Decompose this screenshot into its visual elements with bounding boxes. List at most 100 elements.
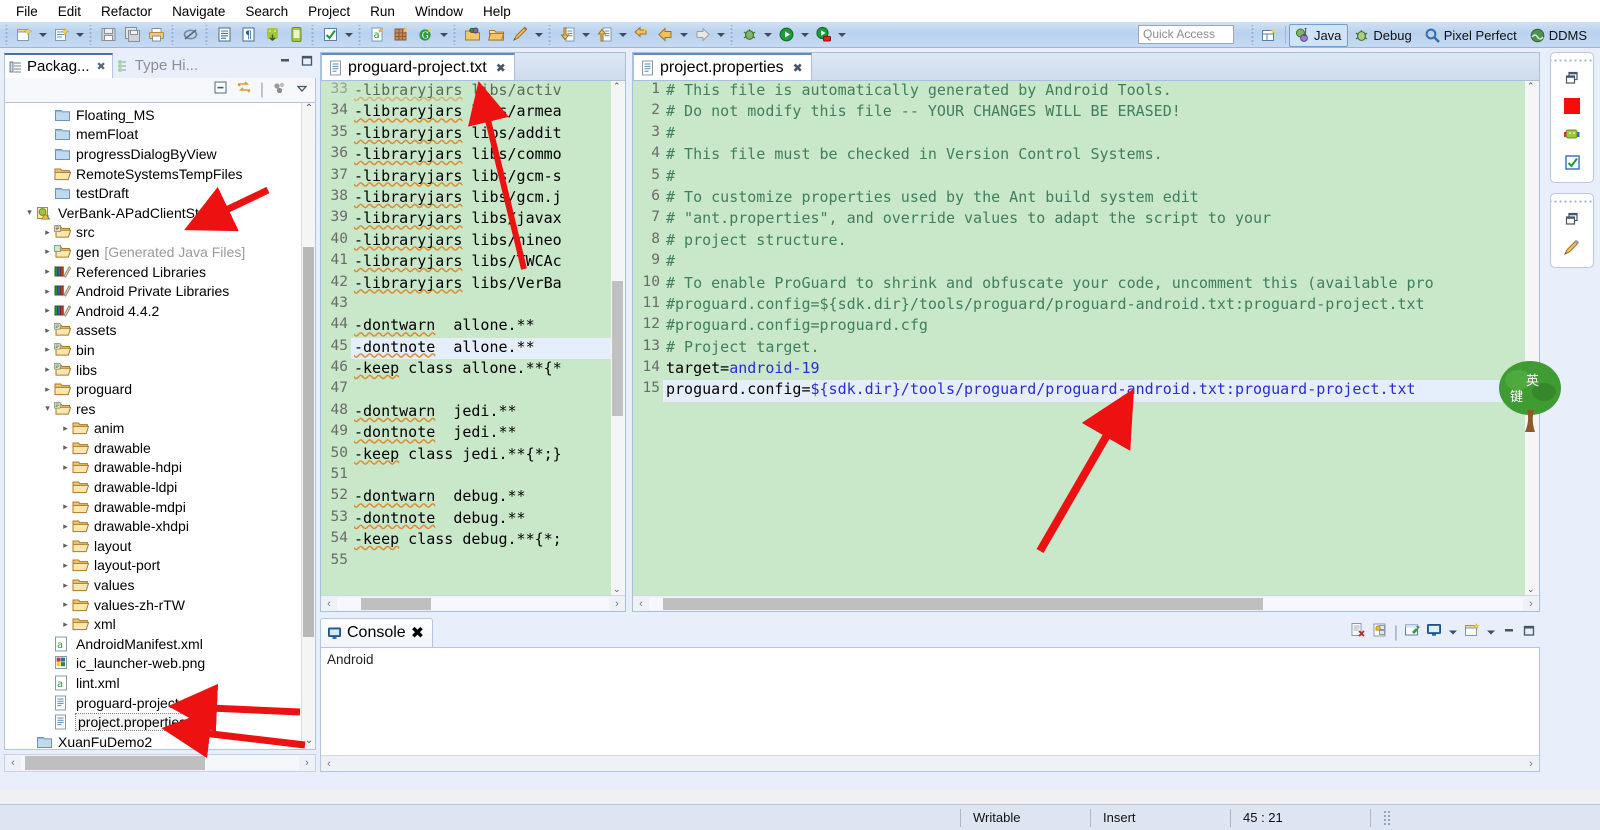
android-sdk-manager-icon[interactable] (261, 24, 283, 46)
tree-item-progressdialogbyview[interactable]: progressDialogByView (5, 144, 301, 164)
tree-twisty-icon[interactable]: ▸ (59, 462, 72, 473)
quick-access-input[interactable]: Quick Access (1138, 25, 1234, 44)
code-line[interactable]: 41 -libraryjars libs/TWCAc (321, 252, 611, 274)
code-line[interactable]: 44 -dontwarn allone.** (321, 316, 611, 338)
editor-left-vscroll[interactable]: ⌃ ⌄ (611, 81, 625, 595)
maximize-icon[interactable] (300, 54, 314, 72)
toolbar-grip-2[interactable] (88, 24, 94, 45)
run-external-icon[interactable] (812, 24, 834, 46)
restore-icon-2[interactable] (1551, 205, 1593, 233)
scroll-lock-icon[interactable] (1372, 622, 1388, 643)
tree-item-src[interactable]: ▸ src (5, 223, 301, 243)
code-line[interactable]: 10 # To enable ProGuard to shrink and obf… (633, 273, 1525, 295)
code-line[interactable]: 54 -keep class debug.**{*; (321, 530, 611, 552)
tree-twisty-icon[interactable]: ▸ (59, 540, 72, 551)
open-resource-icon[interactable] (485, 24, 507, 46)
code-line[interactable]: 1 # This file is automatically generated … (633, 81, 1525, 103)
code-line[interactable]: 36 -libraryjars libs/commo (321, 145, 611, 167)
tree-twisty-icon[interactable]: ▸ (41, 305, 54, 316)
menu-file[interactable]: File (6, 3, 48, 20)
forward-dropdown-icon[interactable] (714, 24, 727, 46)
package-explorer-horizontal-scrollbar[interactable]: ‹ › (4, 754, 316, 772)
menu-navigate[interactable]: Navigate (162, 3, 235, 20)
run-dropdown-icon[interactable] (798, 24, 811, 46)
display-selected-console-icon[interactable] (1426, 622, 1442, 643)
save-all-icon[interactable] (121, 24, 143, 46)
open-task-icon[interactable] (213, 24, 235, 46)
debug-dropdown-icon[interactable] (761, 24, 774, 46)
logcat-icon[interactable] (1551, 120, 1593, 148)
tree-twisty-icon[interactable]: ▾ (41, 403, 54, 414)
tree-twisty-icon[interactable]: ▸ (59, 599, 72, 610)
tree-item-layout-port[interactable]: ▸ layout-port (5, 556, 301, 576)
tree-item-bin[interactable]: ▸ bin (5, 340, 301, 360)
editor-right-scroll-right-icon[interactable]: › (1523, 598, 1539, 610)
red-square-icon[interactable] (1551, 92, 1593, 120)
back-dropdown-icon[interactable] (677, 24, 690, 46)
tree-item-values[interactable]: ▸ values (5, 575, 301, 595)
tree-item-lint-xml[interactable]: a lint.xml (5, 673, 301, 693)
tree-item-anim[interactable]: ▸ anim (5, 419, 301, 439)
run-icon[interactable] (775, 24, 797, 46)
menu-edit[interactable]: Edit (48, 3, 91, 20)
code-line[interactable]: 15 proguard.config=${sdk.dir}/tools/progu… (633, 380, 1525, 402)
tree-twisty-icon[interactable]: ▸ (59, 580, 72, 591)
menu-run[interactable]: Run (360, 3, 405, 20)
view-menu-icon[interactable] (295, 81, 309, 100)
tree-item-floating-ms[interactable]: Floating_MS (5, 105, 301, 125)
link-with-editor-icon[interactable] (236, 80, 252, 100)
toolbar-grip-5[interactable] (310, 24, 316, 45)
tab-package-explorer[interactable]: Packag... ✖ (4, 53, 113, 78)
pencil-dropdown-icon[interactable] (532, 24, 545, 46)
tab-type-hierarchy[interactable]: Type Hi... (113, 53, 204, 78)
code-line[interactable]: 9 # (633, 252, 1525, 274)
code-line[interactable]: 55 (321, 551, 611, 573)
tree-item-testdraft[interactable]: testDraft (5, 183, 301, 203)
gwt-icon[interactable]: G (414, 24, 436, 46)
code-line[interactable]: 40 -libraryjars libs/nineo (321, 230, 611, 253)
code-line[interactable]: 49 -dontnote jedi.** (321, 423, 611, 445)
menu-help[interactable]: Help (473, 3, 521, 20)
tree-item-android-private-libraries[interactable]: ▸ Android Private Libraries (5, 281, 301, 301)
toolbar-grip-9[interactable] (729, 24, 735, 45)
code-line[interactable]: 37 -libraryjars libs/gcm-s (321, 166, 611, 188)
toolbar-grip-3[interactable] (170, 24, 176, 45)
editor-right-hscroll[interactable]: ‹ › (633, 595, 1539, 611)
previous-annotation-dropdown-icon[interactable] (616, 24, 629, 46)
tree-item-xuanfudemo2[interactable]: XuanFuDemo2 (5, 732, 301, 749)
toggle-breakpoint-icon[interactable] (179, 24, 201, 46)
perspective-grip[interactable] (1249, 25, 1256, 45)
code-line[interactable]: 45 -dontnote allone.** (321, 337, 611, 360)
last-edit-icon[interactable] (630, 24, 652, 46)
scroll-left-icon[interactable]: ‹ (5, 757, 21, 769)
editor-left-hscroll-thumb[interactable] (361, 597, 431, 610)
console-scroll-left-icon[interactable]: ‹ (321, 758, 337, 770)
editor-left-hscroll[interactable]: ‹ › (321, 595, 625, 611)
tree-item-proguard[interactable]: ▸ proguard (5, 379, 301, 399)
tree-item-project-properties[interactable]: project.properties (5, 712, 301, 732)
new-android-project-icon[interactable] (390, 24, 412, 46)
code-line[interactable]: 34 -libraryjars libs/armea (321, 102, 611, 124)
code-line[interactable]: 2 # Do not modify this file -- YOUR CHANG… (633, 102, 1525, 124)
editor-right-body[interactable]: 1 # This file is automatically generated … (632, 80, 1540, 612)
editor-right-code[interactable]: 1 # This file is automatically generated … (633, 81, 1525, 595)
code-line[interactable]: 51 (321, 466, 611, 488)
tree-item-assets[interactable]: ▸ assets (5, 321, 301, 341)
clear-console-icon[interactable] (1350, 622, 1366, 643)
new-wizard-dropdown-icon[interactable] (36, 24, 49, 46)
tree-item-res[interactable]: ▾ res (5, 399, 301, 419)
perspective-ddms[interactable]: DDMS (1524, 24, 1594, 47)
tree-item-memfloat[interactable]: memFloat (5, 125, 301, 145)
code-line[interactable]: 46 -keep class allone.**{* (321, 359, 611, 381)
code-line[interactable]: 43 (321, 294, 611, 317)
package-explorer-tree[interactable]: Floating_MS memFloat progressDialogByView R… (4, 102, 316, 750)
console-minimize-icon[interactable] (1502, 624, 1516, 642)
code-line[interactable]: 53 -dontnote debug.** (321, 508, 611, 531)
tree-twisty-icon[interactable]: ▸ (41, 384, 54, 395)
code-line[interactable]: 52 -dontwarn debug.** (321, 487, 611, 509)
hscroll-thumb[interactable] (25, 756, 205, 770)
print-icon[interactable] (145, 24, 167, 46)
run-external-dropdown-icon[interactable] (835, 24, 848, 46)
toolbar-grip-7[interactable] (452, 24, 458, 45)
tree-item-libs[interactable]: ▸ libs (5, 360, 301, 380)
